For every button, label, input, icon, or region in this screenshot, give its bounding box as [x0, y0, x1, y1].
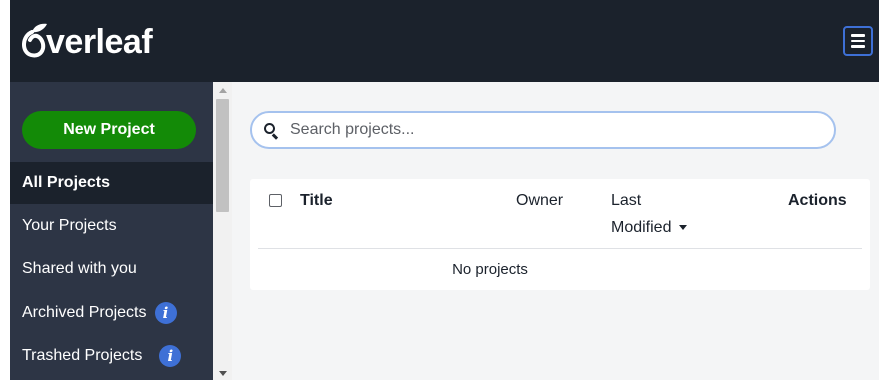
table-header-divider: [258, 248, 862, 249]
column-header-owner[interactable]: Owner: [516, 192, 563, 210]
projects-table: Title Owner Last Modified Actions No pro…: [250, 179, 870, 290]
menu-bar: [851, 39, 865, 43]
column-header-actions: Actions: [788, 192, 847, 209]
new-project-button[interactable]: New Project: [22, 111, 196, 149]
select-all-checkbox[interactable]: [269, 194, 282, 207]
left-edge: [0, 0, 10, 380]
top-navbar: verleaf: [0, 0, 879, 82]
scroll-up-arrow-icon[interactable]: [219, 88, 227, 93]
column-header-last-modified[interactable]: Modified: [611, 219, 688, 237]
sidebar-item-label: All Projects: [22, 174, 111, 191]
search-input[interactable]: [290, 121, 790, 139]
overleaf-leaf-icon: [22, 23, 47, 58]
empty-state-message: No projects: [452, 261, 528, 278]
sidebar-item-label: Your Projects: [22, 217, 117, 234]
menu-bar: [851, 34, 865, 37]
sidebar: New Project All Projects Your Projects S…: [10, 82, 213, 380]
sidebar-item-shared-with-you[interactable]: Shared with you: [10, 248, 213, 290]
search-icon: [264, 123, 279, 140]
column-header-title[interactable]: Title: [300, 192, 333, 210]
search-bar[interactable]: [250, 111, 836, 149]
scroll-down-arrow-icon[interactable]: [219, 371, 227, 376]
hamburger-menu-button[interactable]: [843, 26, 873, 56]
sort-caret-down-icon[interactable]: [679, 225, 688, 231]
info-icon[interactable]: i: [154, 302, 177, 324]
sidebar-item-label: Trashed Projects: [22, 347, 143, 364]
sidebar-item-archived-projects[interactable]: Archived Projects i: [10, 292, 213, 334]
scroll-thumb[interactable]: [216, 99, 229, 212]
overleaf-logo[interactable]: verleaf: [18, 22, 153, 62]
column-header-last-modified-line2: Modified: [611, 219, 672, 236]
column-header-last-modified-line1[interactable]: Last: [611, 192, 641, 210]
sidebar-item-label: Shared with you: [22, 260, 137, 277]
menu-bar: [851, 45, 865, 48]
sidebar-scrollbar[interactable]: [213, 82, 232, 380]
sidebar-item-trashed-projects[interactable]: Trashed Projects i: [10, 335, 213, 377]
sidebar-item-all-projects[interactable]: All Projects: [10, 162, 213, 204]
project-list-main: Title Owner Last Modified Actions No pro…: [232, 82, 879, 380]
sidebar-item-label: Archived Projects: [22, 304, 147, 321]
info-icon[interactable]: i: [159, 345, 182, 367]
logo-wordmark: verleaf: [46, 22, 153, 61]
sidebar-item-your-projects[interactable]: Your Projects: [10, 205, 213, 247]
